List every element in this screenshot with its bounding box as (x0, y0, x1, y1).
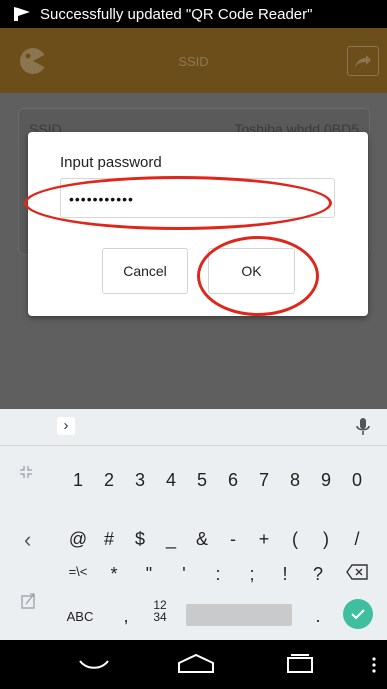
status-bar: Successfully updated "QR Code Reader" (0, 0, 387, 28)
key-hash[interactable]: # (95, 529, 123, 550)
share-icon[interactable] (347, 46, 379, 76)
recents-icon[interactable] (285, 652, 315, 681)
navigation-bar (0, 640, 387, 689)
annotation-circle-password (24, 176, 332, 230)
key-question[interactable]: ? (304, 564, 332, 585)
mic-icon[interactable] (353, 415, 373, 439)
key-0[interactable]: 0 (343, 470, 371, 491)
clipboard-icon[interactable] (20, 592, 38, 613)
key-plus[interactable]: + (250, 529, 278, 550)
key-5[interactable]: 5 (188, 470, 216, 491)
status-notification-text: Successfully updated "QR Code Reader" (40, 5, 313, 23)
key-slash[interactable]: / (343, 529, 371, 550)
annotation-circle-ok (197, 236, 319, 316)
notification-icon (10, 4, 34, 24)
key-semicolon[interactable]: ; (238, 564, 266, 585)
key-colon[interactable]: : (204, 564, 232, 585)
key-underscore[interactable]: _ (157, 529, 185, 550)
key-period[interactable]: . (310, 606, 326, 627)
key-9[interactable]: 9 (312, 470, 340, 491)
suggestion-strip: › (0, 409, 387, 446)
expand-suggestions-icon[interactable]: › (57, 417, 75, 435)
soft-keyboard: › ‹ 1 2 3 4 5 6 7 8 9 0 @ # $ _ & - + ( … (0, 409, 387, 640)
key-4[interactable]: 4 (157, 470, 185, 491)
key-numpad[interactable]: 12 34 (148, 599, 172, 623)
keyboard-back-icon[interactable]: ‹ (24, 527, 31, 553)
key-single-quote[interactable]: ' (170, 564, 198, 585)
space-bar[interactable] (186, 604, 292, 626)
key-ampersand[interactable]: & (188, 529, 216, 550)
key-comma[interactable]: , (118, 606, 134, 627)
key-open-paren[interactable]: ( (281, 529, 309, 550)
key-exclamation[interactable]: ! (271, 564, 299, 585)
key-8[interactable]: 8 (281, 470, 309, 491)
key-6[interactable]: 6 (219, 470, 247, 491)
key-abc[interactable]: ABC (64, 609, 96, 624)
key-dollar[interactable]: $ (126, 529, 154, 550)
key-3[interactable]: 3 (126, 470, 154, 491)
dialog-title: Input password (60, 154, 162, 171)
cancel-button[interactable]: Cancel (102, 248, 188, 294)
key-more-symbols[interactable]: =\< (64, 564, 92, 579)
key-7[interactable]: 7 (250, 470, 278, 491)
key-double-quote[interactable]: " (135, 564, 163, 585)
key-asterisk[interactable]: * (100, 564, 128, 585)
key-2[interactable]: 2 (95, 470, 123, 491)
menu-icon[interactable] (371, 656, 377, 679)
enter-key[interactable] (343, 599, 373, 629)
app-bar: SSID (0, 28, 387, 93)
key-close-paren[interactable]: ) (312, 529, 340, 550)
app-title: SSID (178, 54, 209, 69)
back-icon[interactable] (77, 652, 111, 681)
key-1[interactable]: 1 (64, 470, 92, 491)
resize-keyboard-icon[interactable] (18, 464, 34, 483)
key-minus[interactable]: - (219, 529, 247, 550)
backspace-icon[interactable] (342, 564, 372, 585)
home-icon[interactable] (176, 652, 216, 681)
key-at[interactable]: @ (64, 529, 92, 550)
